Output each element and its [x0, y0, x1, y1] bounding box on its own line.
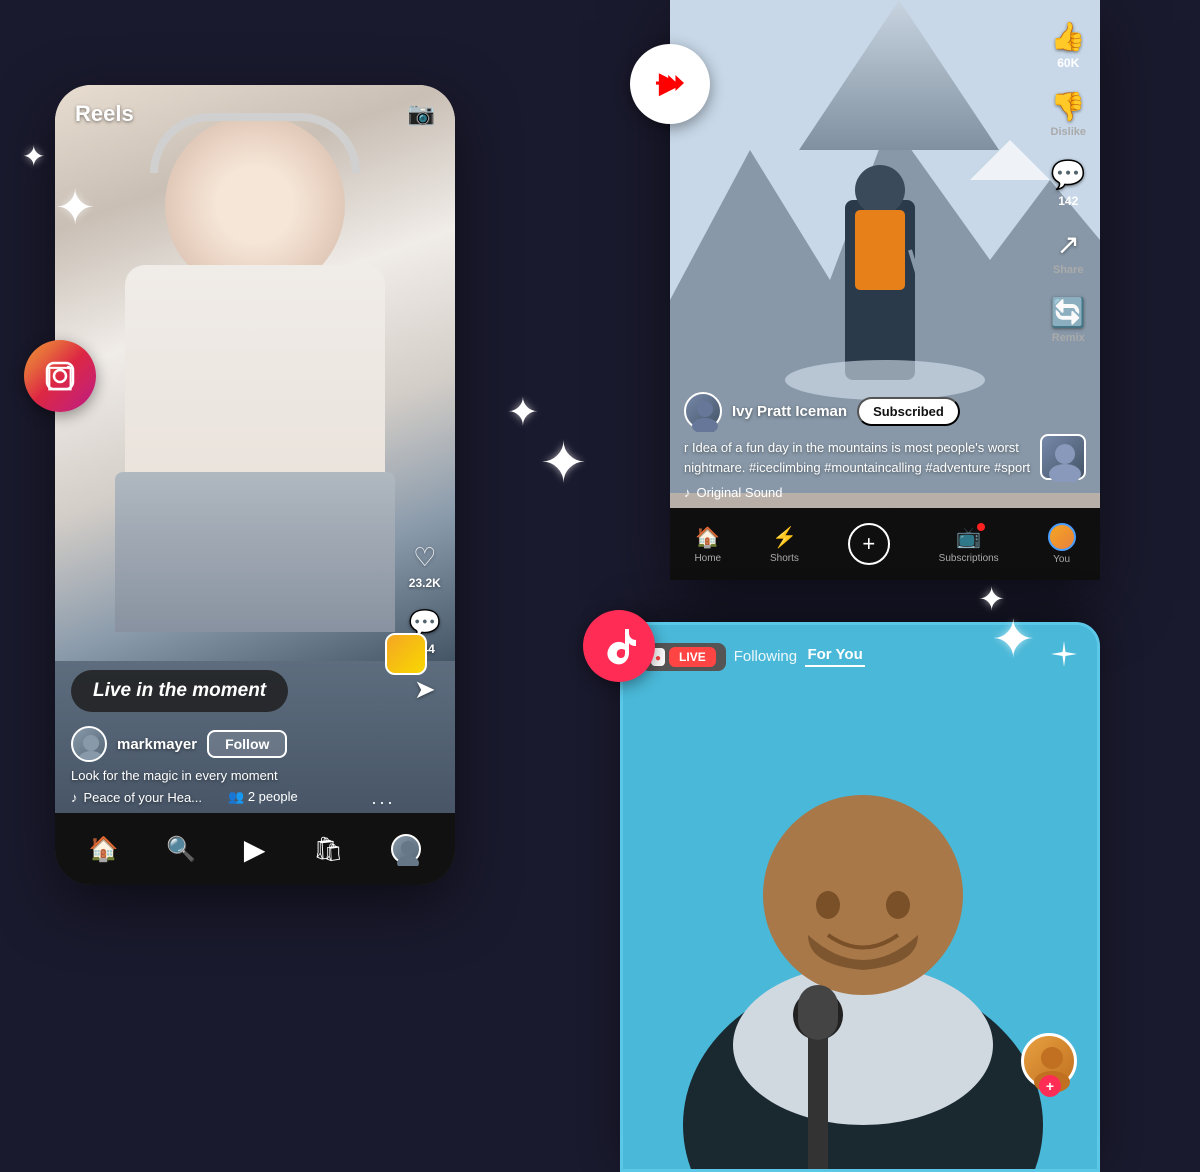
ig-heart-icon: ♡ — [413, 542, 436, 573]
ig-people-count: 👥 2 people — [228, 789, 298, 805]
yt-shorts-label: Shorts — [770, 553, 799, 564]
yt-channel-name: Ivy Pratt Iceman — [732, 403, 847, 420]
yt-share-label: Share — [1053, 264, 1084, 276]
tiktok-foryou-label: For You — [807, 646, 862, 663]
yt-share-icon: ↗ — [1057, 228, 1080, 261]
yt-channel-area: Ivy Pratt Iceman Subscribed r Idea of a … — [684, 392, 1040, 500]
instagram-logo: ◻ — [24, 340, 96, 412]
yt-home-icon: 🏠 — [695, 525, 720, 550]
instagram-svg — [40, 356, 80, 396]
ig-caption-area: Live in the moment markmayer Follow Look… — [55, 670, 455, 805]
instagram-phone: Reels 📷 ♡ 23.2K 💬 144 ➤ Live in the mome… — [55, 85, 455, 885]
sparkle-2: ✦ — [55, 180, 95, 236]
yt-subscriptions-label: Subscriptions — [939, 553, 999, 564]
tiktok-logo — [583, 610, 655, 682]
yt-remix-icon: 🔄 — [1051, 296, 1086, 329]
yt-likes-count: 60K — [1057, 56, 1079, 70]
yt-nav-home[interactable]: 🏠 Home — [694, 525, 721, 564]
yt-comment-icon: 💬 — [1051, 158, 1086, 191]
sparkle-1: ✦ — [22, 140, 45, 173]
yt-subscriptions-icon: 📺 — [956, 525, 981, 550]
yt-shorts-icon: ▶ — [645, 59, 695, 109]
yt-home-label: Home — [694, 553, 721, 564]
ig-nav-reels[interactable]: ▶ — [244, 833, 266, 866]
yt-channel-row: Ivy Pratt Iceman Subscribed — [684, 392, 1040, 430]
ig-music-icon: ♪ — [71, 790, 78, 805]
tiktok-svg — [598, 625, 640, 667]
youtube-phone: 👍 60K 👎 Dislike 💬 142 ↗ Share 🔄 Remix — [670, 0, 1100, 580]
ig-bottom-nav: 🏠 🔍 ▶ 🛍 — [55, 813, 455, 885]
tiktok-corner-add-button[interactable]: + — [1039, 1075, 1061, 1097]
yt-dislike-label: Dislike — [1051, 126, 1086, 138]
yt-remix-action[interactable]: 🔄 Remix — [1051, 296, 1086, 344]
yt-thumbsup-icon: 👍 — [1051, 20, 1086, 53]
ig-nav-home[interactable]: 🏠 — [89, 835, 119, 864]
yt-like-action[interactable]: 👍 60K — [1051, 20, 1086, 70]
ig-nav-search[interactable]: 🔍 — [166, 835, 196, 864]
tiktok-foryou-container[interactable]: For You — [805, 646, 865, 667]
tiktok-live-badge: LIVE — [669, 647, 716, 667]
yt-side-actions: 👍 60K 👎 Dislike 💬 142 ↗ Share 🔄 Remix — [1051, 20, 1086, 344]
ig-user-row: markmayer Follow — [71, 726, 439, 762]
laptop — [115, 472, 395, 632]
tiktok-foryou-underline — [805, 665, 865, 667]
ig-person-image — [55, 85, 455, 661]
yt-shorts-icon: ⚡ — [772, 525, 797, 550]
yt-nav-shorts[interactable]: ⚡ Shorts — [770, 525, 799, 564]
yt-corner-avatar — [1040, 434, 1086, 480]
yt-nav-you[interactable]: You — [1048, 523, 1076, 565]
ig-camera-icon[interactable]: 📷 — [408, 101, 435, 127]
ig-top-bar: Reels 📷 — [55, 85, 455, 143]
yt-remix-label: Remix — [1052, 332, 1085, 344]
ig-likes-count: 23.2K — [409, 576, 441, 590]
sparkle-4: ✦ — [540, 430, 587, 496]
yt-channel-avatar — [684, 392, 722, 430]
yt-comment-action[interactable]: 💬 142 — [1051, 158, 1086, 208]
ig-reels-title: Reels — [75, 101, 134, 127]
tiktok-following-btn[interactable]: Following — [734, 648, 797, 665]
yt-dislike-action[interactable]: 👎 Dislike — [1051, 90, 1086, 138]
ig-username: markmayer — [117, 736, 197, 753]
yt-plus-icon: + — [862, 531, 875, 557]
yt-thumbsdown-icon: 👎 — [1051, 90, 1086, 123]
yt-music-note: ♪ — [684, 485, 691, 500]
ig-like-action[interactable]: ♡ 23.2K — [409, 542, 441, 590]
tiktok-live-dot: ● — [655, 653, 661, 664]
ig-story-thumb — [385, 633, 427, 675]
ig-nav-avatar[interactable] — [391, 834, 421, 864]
yt-you-label: You — [1053, 554, 1070, 565]
yt-comments-count: 142 — [1058, 194, 1078, 208]
ig-more-dots[interactable]: ··· — [371, 792, 395, 813]
tiktok-sparkle-svg — [1049, 639, 1079, 669]
tiktok-phone: ● LIVE Following For You + — [620, 622, 1100, 1172]
ig-description: Look for the magic in every moment — [71, 768, 439, 783]
yt-nav-avatar — [1048, 523, 1076, 551]
ig-user-avatar — [71, 726, 107, 762]
sparkle-3: ✦ — [507, 390, 539, 435]
tiktok-sparkle-header — [1049, 639, 1079, 674]
sparkle-6: ✦ — [991, 610, 1035, 670]
yt-content: 👍 60K 👎 Dislike 💬 142 ↗ Share 🔄 Remix — [670, 0, 1100, 580]
yt-nav-subscriptions[interactable]: 📺 Subscriptions — [939, 525, 999, 564]
ig-reels-content: Reels 📷 ♡ 23.2K 💬 144 ➤ Live in the mome… — [55, 85, 455, 885]
svg-text:▶: ▶ — [658, 67, 682, 98]
ig-follow-button[interactable]: Follow — [207, 730, 287, 758]
yt-music-row: ♪ Original Sound — [684, 485, 1040, 500]
ig-moment-badge: Live in the moment — [71, 670, 288, 712]
yt-nav-add-button[interactable]: + — [848, 523, 890, 565]
yt-share-action[interactable]: ↗ Share — [1053, 228, 1084, 276]
yt-subscribed-button[interactable]: Subscribed — [857, 397, 960, 426]
yt-description: r Idea of a fun day in the mountains is … — [684, 438, 1040, 477]
yt-music-text: Original Sound — [697, 485, 783, 500]
yt-bottom-nav: 🏠 Home ⚡ Shorts + 📺 Subscriptions You — [670, 508, 1100, 580]
ig-ellipsis: ··· — [371, 792, 395, 812]
youtube-shorts-logo: ⯮ ▶ — [630, 44, 710, 124]
ig-music-text: Peace of your Hea... — [84, 790, 203, 805]
ig-nav-shop[interactable]: 🛍 — [313, 835, 343, 864]
